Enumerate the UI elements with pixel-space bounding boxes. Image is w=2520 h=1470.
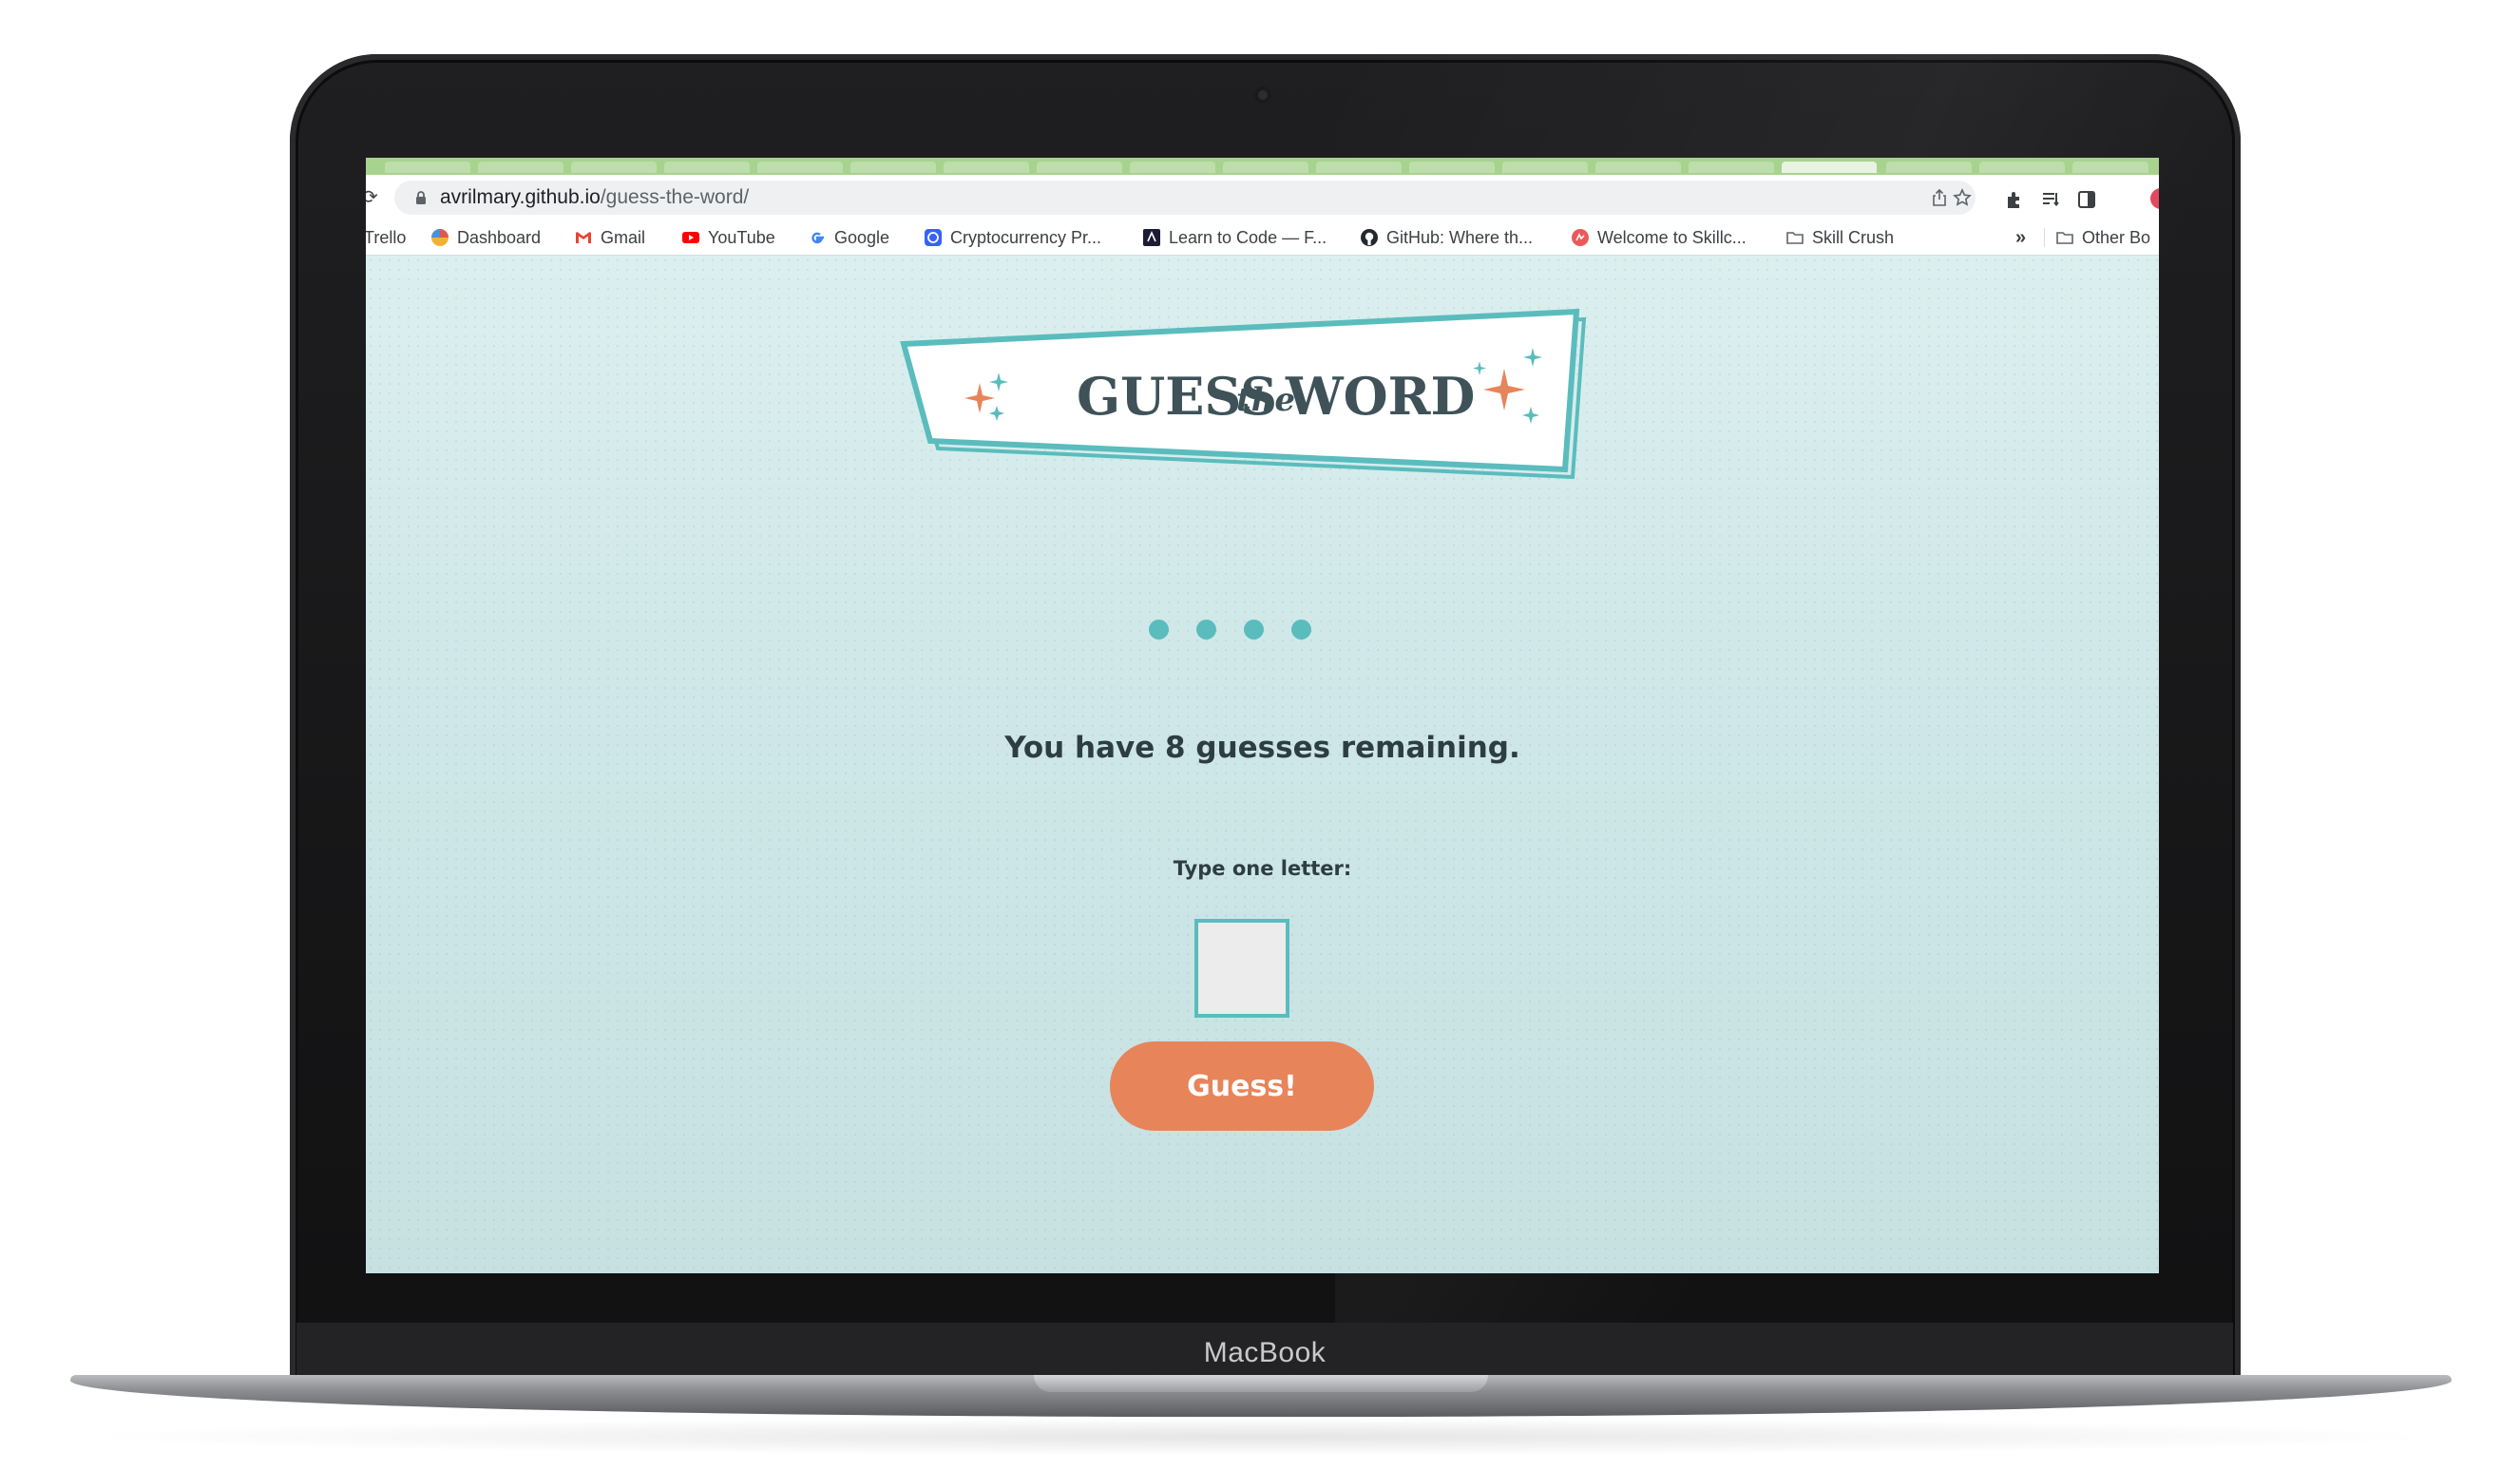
bookmark-gmail[interactable]: Gmail <box>574 220 645 255</box>
game-page: GUESS the WORD You have 8 guesses remain… <box>366 256 2159 1273</box>
bookmark-folder-skill-crush[interactable]: Skill Crush <box>1785 220 1894 255</box>
bookmark-label: Google <box>834 227 890 247</box>
webcam <box>1254 86 1271 104</box>
folder-icon <box>2056 232 2073 244</box>
bookmark-label: Gmail <box>601 227 646 247</box>
browser-tab[interactable] <box>385 162 470 173</box>
browser-tab[interactable] <box>1886 162 1972 173</box>
guesses-remaining-text: You have 8 guesses remaining. <box>1004 731 1520 765</box>
url-text[interactable]: avrilmary.github.io/guess-the-word/ <box>440 181 749 215</box>
bookmark-skillcrush[interactable]: Welcome to Skillc... <box>1571 220 1747 255</box>
lock-icon <box>416 191 426 204</box>
browser-tab[interactable] <box>2072 162 2148 173</box>
side-panel-icon[interactable] <box>2076 189 2097 210</box>
letter-input-label: Type one letter: <box>1173 857 1352 880</box>
browser-tab[interactable] <box>757 162 843 173</box>
extensions-icon[interactable] <box>2004 189 2025 210</box>
bookmark-label: GitHub: Where th... <box>1386 227 1534 247</box>
reading-list-icon[interactable] <box>2040 189 2061 210</box>
bookmark-label: Trello <box>366 227 407 247</box>
browser-tab[interactable] <box>1316 162 1402 173</box>
bookmark-label: YouTube <box>708 227 775 247</box>
address-bar[interactable]: avrilmary.github.io/guess-the-word/ <box>394 181 1976 215</box>
browser-tab[interactable] <box>1689 162 1774 173</box>
bookmark-github[interactable]: GitHub: Where th... <box>1360 220 1533 255</box>
browser-toolbar: ⟳ avrilmary.github.io/guess-the-word/ <box>366 175 2159 220</box>
browser-tab[interactable] <box>850 162 936 173</box>
browser-tab[interactable] <box>478 162 563 173</box>
browser-tab[interactable] <box>1502 162 1588 173</box>
browser-tab-active[interactable] <box>1782 162 1877 173</box>
bookmark-label: Dashboard <box>457 227 542 247</box>
dashboard-icon <box>431 229 449 246</box>
github-icon <box>1361 229 1378 246</box>
profile-avatar[interactable] <box>2150 188 2159 209</box>
bookmark-google[interactable]: Google <box>808 220 889 255</box>
youtube-icon <box>682 232 699 243</box>
tab-strip <box>366 158 2159 175</box>
bookmark-dashboard[interactable]: Dashboard <box>430 220 541 255</box>
bookmark-cryptocurrency[interactable]: Cryptocurrency Pr... <box>924 220 1101 255</box>
bookmarks-overflow-chevron[interactable]: » <box>2015 220 2026 255</box>
base-shadow <box>67 1418 2455 1456</box>
bookmark-label: Cryptocurrency Pr... <box>950 227 1102 247</box>
letter-input[interactable] <box>1194 919 1289 1018</box>
hidden-letter <box>1291 620 1311 640</box>
logo-word-word: WORD <box>1285 366 1475 427</box>
browser-tab[interactable] <box>1223 162 1308 173</box>
browser-tab[interactable] <box>1595 162 1681 173</box>
browser-tab[interactable] <box>944 162 1029 173</box>
brand-label: MacBook <box>1203 1336 1327 1368</box>
browser-tab[interactable] <box>1130 162 1215 173</box>
browser-tab[interactable] <box>1037 162 1122 173</box>
browser-tab[interactable] <box>664 162 750 173</box>
bookmark-label: Other Bo <box>2082 227 2151 247</box>
bookmark-youtube[interactable]: YouTube <box>681 220 775 255</box>
bookmark-label: Welcome to Skillc... <box>1597 227 1747 247</box>
guess-button[interactable]: Guess! <box>1110 1041 1374 1131</box>
url-path: /guess-the-word/ <box>600 186 750 208</box>
gmail-icon <box>576 232 591 243</box>
url-host: avrilmary.github.io <box>440 186 601 208</box>
freecodecamp-icon <box>1143 229 1160 246</box>
bookmark-folder-other[interactable]: Other Bo <box>2055 220 2150 255</box>
word-in-progress <box>1149 620 1311 642</box>
browser-tab[interactable] <box>1979 162 2065 173</box>
bookmarks-divider <box>2044 228 2045 247</box>
browser-tab[interactable] <box>1409 162 1495 173</box>
skillcrush-icon <box>1572 229 1589 246</box>
hidden-letter <box>1244 620 1264 640</box>
share-icon[interactable] <box>1930 188 1949 207</box>
game-logo: GUESS the WORD <box>900 308 1587 480</box>
lid-notch <box>1034 1375 1488 1392</box>
bookmark-label: Skill Crush <box>1812 227 1895 247</box>
google-icon <box>811 232 824 244</box>
bookmark-label: Learn to Code — F... <box>1169 227 1327 247</box>
bookmarks-bar: Trello Dashboard Gmail YouTube Google Cr… <box>366 220 2159 256</box>
bookmark-trello[interactable]: Trello <box>366 220 406 255</box>
browser-tab[interactable] <box>571 162 657 173</box>
reload-icon[interactable]: ⟳ <box>366 188 378 207</box>
screen: ⟳ avrilmary.github.io/guess-the-word/ Tr… <box>366 158 2159 1273</box>
hidden-letter <box>1149 620 1169 640</box>
crypto-icon <box>925 229 942 246</box>
bookmark-learn-to-code[interactable]: Learn to Code — F... <box>1142 220 1327 255</box>
folder-icon <box>1786 232 1804 244</box>
bookmark-star-icon[interactable] <box>1953 188 1972 207</box>
hidden-letter <box>1196 620 1216 640</box>
